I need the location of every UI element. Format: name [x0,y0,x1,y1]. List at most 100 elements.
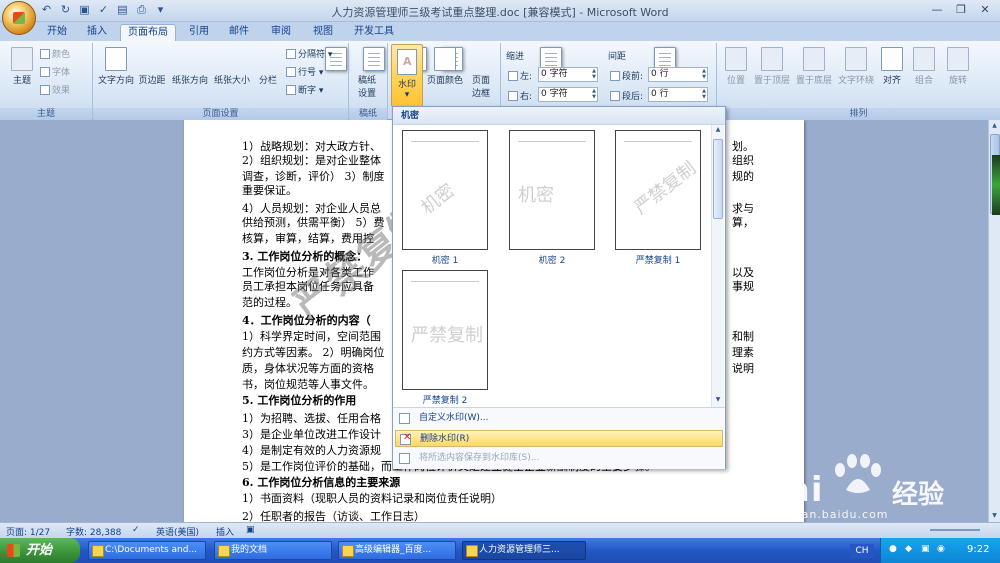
themes-icon [11,47,33,71]
watermark-icon [397,49,417,75]
position-button[interactable]: 位置 [722,47,750,86]
orientation-button[interactable]: 纸张方向 [170,47,385,86]
spacing-before-input[interactable]: 0 行 [648,67,708,82]
indent-right-input[interactable]: 0 字符 [538,87,598,102]
custom-watermark-item[interactable]: 自定义水印(W)... [395,410,723,427]
save-to-gallery-item[interactable]: 将所选内容保存到水印库(S)... [395,450,723,467]
scroll-up-icon[interactable]: ▲ [989,120,1000,131]
doc-fragment: 算， [732,216,754,229]
doc-fragment: 求与 [732,202,754,215]
size-button[interactable]: 纸张大小 [212,47,427,86]
margins-button[interactable]: 页边距 [136,47,347,86]
group-label-theme: 主题 [0,108,92,120]
theme-fonts-button[interactable]: 字体 [40,65,70,78]
draft-settings-button[interactable]: 稿纸 设置 [352,47,562,99]
page-borders-button[interactable]: 页面 边框 [466,47,676,99]
page-count[interactable]: 页面: 1/27 [6,525,50,538]
text-direction-button[interactable]: 文字方向 [96,47,136,86]
restore-button[interactable]: ❐ [950,2,972,18]
language-indicator[interactable]: 英语(美国) [156,525,199,538]
spacing-after-icon [610,91,620,101]
clock[interactable]: 9:22 [967,544,989,555]
watermark-option-confidential-1[interactable]: 机密 机密 1 [402,130,488,266]
line-numbers-button[interactable]: 行号 ▾ [286,65,323,78]
tab-review[interactable]: 审阅 [264,24,298,41]
minimize-button[interactable]: — [926,2,948,18]
start-button[interactable]: 开始 [0,538,80,563]
remove-watermark-item[interactable]: ✕ 删除水印(R) [395,430,723,447]
tab-mailings[interactable]: 邮件 [222,24,256,41]
position-icon [725,47,747,71]
gallery-header: 机密 [393,107,725,125]
window-title: 人力资源管理师三级考试重点整理.doc [兼容模式] - Microsoft W… [331,6,669,19]
group-label-arrange: 排列 [717,108,1000,120]
spacing-before-icon [610,71,620,81]
fonts-icon [40,67,50,77]
ribbon-tabs: 开始 插入 页面布局 引用 邮件 审阅 视图 开发工具 [0,22,1000,41]
office-button[interactable] [2,1,36,35]
macro-record-icon[interactable]: ▣ [246,525,255,535]
insert-mode[interactable]: 插入 [216,525,234,538]
group-button[interactable]: 组合 [910,47,938,86]
indent-left-input[interactable]: 0 字符 [538,67,598,82]
scroll-down-icon[interactable]: ▼ [989,510,1000,521]
doc-fragment: 划。 [732,140,754,153]
shield-icon[interactable]: ◆ [905,544,912,554]
qq-icon[interactable]: ● [889,544,897,554]
gallery-scroll-thumb[interactable] [713,139,723,219]
zoom-slider[interactable] [930,529,980,531]
bring-front-icon [761,47,783,71]
taskbar-item-browser[interactable]: 高级编辑器_百度... [338,541,456,560]
close-button[interactable]: ✕ [974,2,996,18]
watermark-option-confidential-2[interactable]: 机密 机密 2 [509,130,595,266]
indent-right-label: 右: [508,89,532,102]
hyphenation-button[interactable]: 断字 ▾ [286,83,323,96]
tab-developer[interactable]: 开发工具 [350,24,398,41]
watermark-option-no-copy-2[interactable]: 严禁复制 严禁复制 2 [402,270,488,406]
doc-fragment: 以及 [732,266,754,279]
system-tray: ● ◆ ▣ ◉ 9:22 [880,538,1000,563]
doc-fragment: 组织 [732,154,754,167]
align-button[interactable]: 对齐 [878,47,906,86]
bring-to-front-button[interactable]: 置于顶层 [752,47,792,86]
tab-references[interactable]: 引用 [182,24,216,41]
taskbar-item-my-documents[interactable]: 我的文档 [214,541,332,560]
doc-fragment: 和制 [732,330,754,343]
gallery-scroll-up-icon[interactable]: ▲ [712,125,724,135]
group-icon [913,47,935,71]
effects-icon [40,85,50,95]
word-count[interactable]: 字数: 28,388 [66,525,121,538]
ime-indicator[interactable]: CH [850,544,874,558]
watermark-thumb: 严禁复制 [615,130,701,250]
watermark-button[interactable]: 水印 ▾ [391,44,423,107]
spacing-before-label: 段前: [610,69,643,82]
text-wrap-button[interactable]: 文字环绕 [836,47,876,86]
network-icon[interactable]: ▣ [921,544,930,554]
indent-left-label: 左: [508,69,532,82]
themes-button[interactable]: 主题 [8,47,36,86]
spacing-after-label: 段后: [610,89,643,102]
tab-view[interactable]: 视图 [306,24,340,41]
page-color-icon [434,47,456,71]
gallery-scroll-down-icon[interactable]: ▼ [712,395,724,405]
side-indicator [992,155,1000,215]
send-back-icon [803,47,825,71]
watermark-option-no-copy-1[interactable]: 严禁复制 严禁复制 1 [615,130,701,266]
spacing-after-input[interactable]: 0 行 [648,87,708,102]
tab-insert[interactable]: 插入 [80,24,114,41]
taskbar-item-explorer[interactable]: C:\Documents and... [88,541,206,560]
page-color-button[interactable]: 页面颜色 [426,47,464,86]
breaks-button[interactable]: 分隔符 ▾ [286,47,332,60]
gallery-scrollbar[interactable]: ▲ ▼ [711,125,724,407]
taskbar-item-word[interactable]: 人力资源管理师三... [462,541,586,560]
theme-colors-button[interactable]: 颜色 [40,47,70,60]
tab-home[interactable]: 开始 [40,24,74,41]
tab-page-layout[interactable]: 页面布局 [120,24,176,41]
send-to-back-button[interactable]: 置于底层 [794,47,834,86]
columns-button[interactable]: 分栏 [254,47,463,86]
text-wrap-icon [845,47,867,71]
rotate-button[interactable]: 旋转 [944,47,972,86]
volume-icon[interactable]: ◉ [937,544,945,554]
proofing-icon[interactable]: ✓ [132,525,140,535]
theme-effects-button[interactable]: 效果 [40,83,70,96]
